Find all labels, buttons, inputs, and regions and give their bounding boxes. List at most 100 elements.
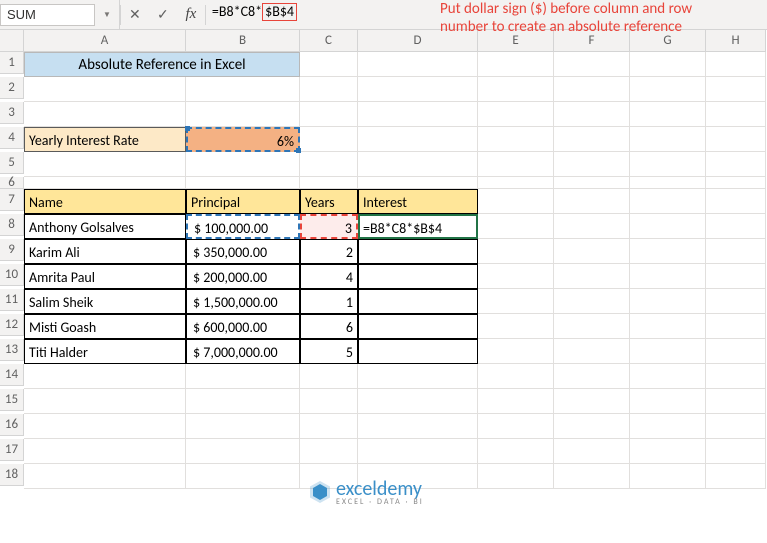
cell[interactable] bbox=[554, 52, 630, 77]
select-all-corner[interactable] bbox=[0, 30, 24, 52]
cell[interactable] bbox=[554, 314, 630, 339]
table-header-years[interactable]: Years bbox=[300, 189, 358, 214]
cell[interactable] bbox=[358, 389, 478, 414]
cell[interactable] bbox=[630, 102, 706, 127]
cell[interactable] bbox=[706, 77, 766, 102]
row-header[interactable]: 6 bbox=[0, 177, 24, 189]
cell[interactable] bbox=[300, 364, 358, 389]
cell[interactable] bbox=[358, 152, 478, 177]
cell[interactable] bbox=[630, 439, 706, 464]
cell[interactable] bbox=[300, 77, 358, 102]
col-header-b[interactable]: B bbox=[186, 30, 300, 52]
cell[interactable] bbox=[24, 439, 186, 464]
row-header[interactable]: 1 bbox=[0, 52, 24, 74]
cancel-icon[interactable]: ✕ bbox=[121, 0, 149, 30]
cell[interactable] bbox=[478, 102, 554, 127]
cell[interactable] bbox=[358, 414, 478, 439]
cell[interactable] bbox=[706, 239, 766, 264]
cell[interactable] bbox=[300, 414, 358, 439]
cell[interactable] bbox=[554, 189, 630, 214]
cell[interactable] bbox=[478, 189, 554, 214]
table-header-interest[interactable]: Interest bbox=[358, 189, 478, 214]
cell[interactable] bbox=[630, 389, 706, 414]
cell[interactable] bbox=[478, 77, 554, 102]
worksheet-grid[interactable]: A B C D E F G H 1 Absolute Reference in … bbox=[0, 30, 767, 489]
cell[interactable] bbox=[706, 389, 766, 414]
cell[interactable] bbox=[554, 414, 630, 439]
row-header[interactable]: 14 bbox=[0, 364, 24, 386]
cell[interactable] bbox=[706, 127, 766, 152]
rate-label-cell[interactable]: Yearly Interest Rate bbox=[24, 127, 186, 152]
cell[interactable] bbox=[478, 177, 554, 189]
cell[interactable] bbox=[554, 77, 630, 102]
cell[interactable] bbox=[706, 414, 766, 439]
row-header[interactable]: 12 bbox=[0, 314, 24, 336]
cell[interactable] bbox=[630, 289, 706, 314]
cell[interactable] bbox=[630, 214, 706, 239]
cell[interactable] bbox=[24, 177, 186, 189]
cell[interactable] bbox=[630, 177, 706, 189]
cell[interactable] bbox=[186, 439, 300, 464]
cell[interactable] bbox=[554, 127, 630, 152]
table-header-principal[interactable]: Principal bbox=[186, 189, 300, 214]
cell[interactable] bbox=[706, 364, 766, 389]
row-header[interactable]: 8 bbox=[0, 214, 24, 236]
cell[interactable] bbox=[554, 389, 630, 414]
col-header-c[interactable]: C bbox=[300, 30, 358, 52]
cell[interactable] bbox=[478, 214, 554, 239]
cell[interactable] bbox=[554, 102, 630, 127]
row-header[interactable]: 7 bbox=[0, 189, 24, 211]
cell[interactable] bbox=[186, 102, 300, 127]
cell[interactable] bbox=[478, 264, 554, 289]
rate-value-cell[interactable]: 6% bbox=[186, 127, 300, 152]
table-cell-principal[interactable]: $ 350,000.00 bbox=[186, 239, 300, 264]
chevron-down-icon[interactable]: ▼ bbox=[95, 10, 119, 20]
cell[interactable] bbox=[706, 439, 766, 464]
cell[interactable] bbox=[630, 339, 706, 364]
row-header[interactable]: 2 bbox=[0, 77, 24, 99]
cell[interactable] bbox=[706, 314, 766, 339]
cell[interactable] bbox=[300, 127, 358, 152]
cell[interactable] bbox=[478, 364, 554, 389]
table-header-name[interactable]: Name bbox=[24, 189, 186, 214]
table-cell-name[interactable]: Karim Ali bbox=[24, 239, 186, 264]
cell[interactable] bbox=[186, 152, 300, 177]
table-cell-years[interactable]: 2 bbox=[300, 239, 358, 264]
table-cell-years[interactable]: 5 bbox=[300, 339, 358, 364]
cell[interactable] bbox=[706, 339, 766, 364]
cell[interactable] bbox=[554, 177, 630, 189]
cell[interactable] bbox=[630, 52, 706, 77]
cell[interactable] bbox=[24, 77, 186, 102]
cell[interactable] bbox=[630, 152, 706, 177]
cell[interactable] bbox=[630, 239, 706, 264]
cell[interactable] bbox=[706, 177, 766, 189]
row-header[interactable]: 3 bbox=[0, 102, 24, 124]
cell[interactable] bbox=[358, 77, 478, 102]
cell[interactable] bbox=[24, 414, 186, 439]
row-header[interactable]: 11 bbox=[0, 289, 24, 311]
table-cell-interest[interactable] bbox=[358, 264, 478, 289]
cell[interactable] bbox=[478, 339, 554, 364]
cell[interactable] bbox=[478, 289, 554, 314]
cell[interactable] bbox=[478, 389, 554, 414]
cell[interactable] bbox=[300, 177, 358, 189]
cell[interactable] bbox=[300, 389, 358, 414]
cell[interactable] bbox=[300, 439, 358, 464]
table-cell-years[interactable]: 4 bbox=[300, 264, 358, 289]
cell[interactable] bbox=[630, 264, 706, 289]
cell[interactable] bbox=[478, 439, 554, 464]
cell[interactable] bbox=[24, 102, 186, 127]
cell[interactable] bbox=[358, 177, 478, 189]
table-cell-name[interactable]: Salim Sheik bbox=[24, 289, 186, 314]
table-cell-name[interactable]: Amrita Paul bbox=[24, 264, 186, 289]
row-header[interactable]: 4 bbox=[0, 127, 24, 149]
cell[interactable] bbox=[706, 52, 766, 77]
table-cell-name[interactable]: Titi Halder bbox=[24, 339, 186, 364]
cell[interactable] bbox=[630, 314, 706, 339]
title-cell[interactable]: Absolute Reference in Excel bbox=[24, 52, 300, 77]
cell[interactable] bbox=[554, 289, 630, 314]
row-header[interactable]: 13 bbox=[0, 339, 24, 361]
fx-icon[interactable]: fx bbox=[177, 0, 205, 30]
table-cell-principal[interactable]: $ 1,500,000.00 bbox=[186, 289, 300, 314]
cell[interactable] bbox=[24, 464, 186, 489]
